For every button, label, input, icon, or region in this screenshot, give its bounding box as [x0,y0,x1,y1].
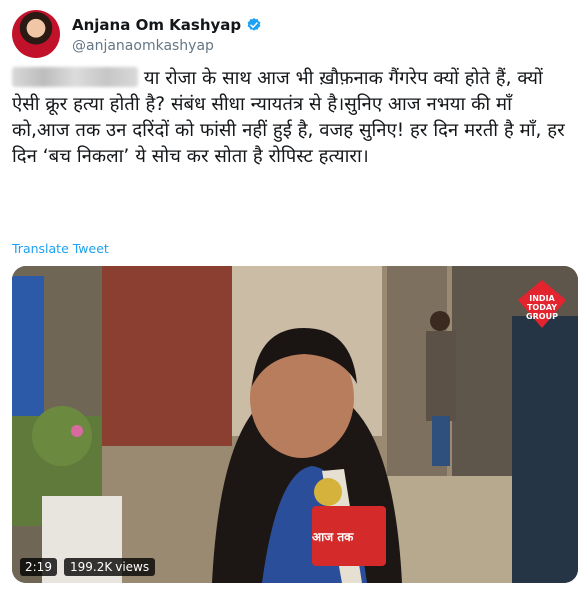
video-duration: 2:19 [20,558,57,576]
verified-badge-icon [247,18,261,31]
redacted-name-blur [12,67,138,87]
author-name-row[interactable]: Anjana Om Kashyap [72,16,262,34]
translate-tweet-link[interactable]: Translate Tweet [12,241,109,256]
avatar[interactable] [12,10,60,58]
views-label: views [115,560,150,574]
tweet-header: Anjana Om Kashyap @anjanaomkashyap [12,10,572,60]
mic-channel-logo: आज तक [312,530,354,544]
video-views: 199.2K views [64,558,156,576]
video-player[interactable]: INDIA TODAY GROUP आज तक 2:19 199.2K views [12,266,578,583]
watermark-logo: INDIA TODAY GROUP [518,280,566,328]
author-handle[interactable]: @anjanaomkashyap [72,38,214,54]
video-frame [12,266,578,583]
tweet-text: या रोजा के साथ आज भी ख़ौफ़नाक गैंगरेप क्… [12,66,572,170]
views-count: 199.2K [70,560,113,574]
author-display-name[interactable]: Anjana Om Kashyap [72,16,241,34]
